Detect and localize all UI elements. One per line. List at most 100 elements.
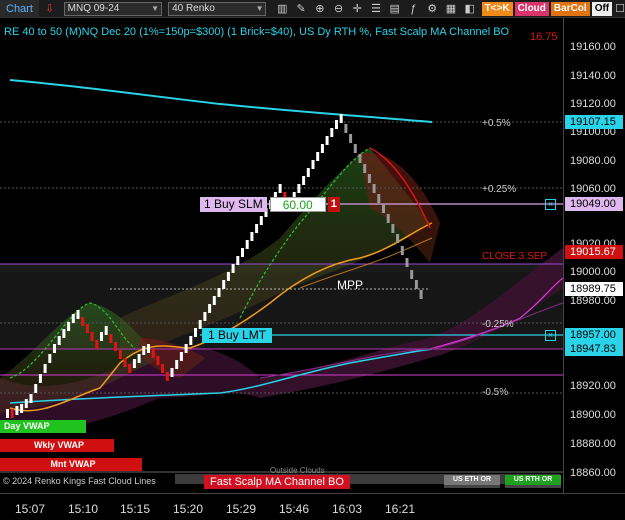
x-tick: 15:20 — [172, 502, 204, 516]
grid-icon[interactable]: ▦ — [443, 2, 459, 16]
buy-lmt-close-icon[interactable]: × — [545, 330, 556, 341]
copyright-text: © 2024 Renko Kings Fast Cloud Lines — [3, 476, 156, 486]
renko-brick — [10, 409, 14, 418]
template-icon[interactable]: ▤ — [387, 2, 403, 16]
strategy-icon[interactable]: ⚙ — [424, 2, 440, 16]
x-tick: 15:46 — [278, 502, 310, 516]
price-tag-last: 18989.75 — [565, 282, 623, 296]
renko-brick — [184, 344, 188, 353]
renko-brick — [414, 280, 418, 289]
time-axis[interactable]: 15:07 15:10 15:15 15:20 15:29 15:46 16:0… — [0, 493, 625, 520]
chart-tab[interactable]: Chart — [0, 0, 39, 18]
crosshair-icon[interactable]: ✛ — [349, 2, 365, 16]
renko-brick — [109, 334, 113, 343]
renko-brick — [67, 322, 71, 331]
renko-brick — [161, 364, 165, 373]
renko-brick — [217, 288, 221, 297]
renko-brick — [57, 336, 61, 345]
renko-brick — [278, 184, 282, 193]
off-toggle[interactable]: Off — [591, 1, 613, 16]
chevron-down-icon: ▼ — [255, 3, 264, 13]
renko-brick — [372, 184, 376, 193]
renko-brick — [363, 164, 367, 173]
x-tick: 16:03 — [331, 502, 363, 516]
renko-brick — [15, 406, 19, 415]
renko-brick — [311, 160, 315, 169]
zoom-in-icon[interactable]: ⊕ — [312, 2, 328, 16]
renko-brick — [189, 336, 193, 345]
layers-icon[interactable]: ◧ — [462, 2, 478, 16]
x-tick: 15:10 — [67, 502, 99, 516]
renko-brick — [255, 224, 259, 233]
renko-brick — [212, 296, 216, 305]
bar-type-selector[interactable]: 40 Renko ▼ — [168, 1, 267, 16]
renko-brick — [170, 368, 174, 377]
renko-brick — [339, 114, 343, 123]
chart-toolbar: Chart ⇩ MNQ 09-24 ▼ 40 Renko ▼ ▥ ✎ ⊕ ⊖ ✛ ☰… — [0, 0, 625, 18]
renko-brick — [358, 154, 362, 163]
renko-brick — [123, 358, 127, 367]
price-axis[interactable]: 19160.00 19140.00 19120.00 19100.00 1908… — [563, 18, 625, 493]
chevron-down-icon: ▼ — [151, 3, 160, 13]
instrument-value: MNQ 09-24 — [67, 2, 120, 14]
renko-brick — [147, 344, 150, 353]
renko-brick — [156, 356, 160, 365]
y-tick: 19000.00 — [570, 266, 616, 278]
zoom-out-icon[interactable]: ⊖ — [331, 2, 347, 16]
renko-brick — [151, 349, 155, 358]
fast-scalp-label: Fast Scalp MA Channel BO — [204, 475, 350, 489]
slm-price-field[interactable]: 60.00 — [269, 197, 326, 212]
bar-chart-icon[interactable]: ▥ — [274, 2, 290, 16]
barcol-button[interactable]: BarCol — [550, 1, 590, 16]
renko-brick — [179, 352, 183, 361]
renko-brick — [316, 152, 320, 161]
chart-plot-area[interactable]: RE 40 to 50 (M)NQ Dec 20 (1%=150p=$300) … — [0, 18, 563, 493]
renko-brick — [76, 310, 80, 319]
renko-brick — [302, 176, 306, 185]
price-tag-buy-lmt: 18957.00 — [565, 328, 623, 342]
y-tick: 19120.00 — [570, 98, 616, 110]
slm-qty-badge[interactable]: 1 — [327, 197, 340, 212]
renko-brick — [241, 248, 244, 257]
buy-slm-label[interactable]: 1 Buy SLM — [200, 197, 267, 212]
instrument-selector[interactable]: MNQ 09-24 ▼ — [63, 1, 163, 16]
properties-icon[interactable]: ☰ — [368, 2, 384, 16]
buy-lmt-order[interactable]: 1 Buy LMT — [202, 328, 273, 343]
renko-brick — [344, 124, 348, 133]
indicators-icon[interactable]: ƒ — [406, 2, 422, 16]
renko-brick — [410, 270, 414, 279]
renko-brick — [48, 354, 52, 363]
renko-brick — [236, 256, 240, 265]
upper-band-line — [9, 79, 433, 123]
renko-brick — [24, 399, 28, 408]
y-tick: 18860.00 — [570, 467, 616, 479]
time-key-button[interactable]: T<>K — [481, 1, 513, 16]
renko-brick — [6, 409, 9, 418]
renko-brick — [34, 384, 38, 393]
x-tick: 15:07 — [14, 502, 46, 516]
buy-slm-order[interactable]: 1 Buy SLM 60.00 1 — [200, 197, 340, 212]
level-minus-05-label: -0.5% — [482, 387, 509, 398]
pencil-icon[interactable]: ✎ — [293, 2, 309, 16]
renko-brick — [382, 204, 385, 213]
y-tick: 18980.00 — [570, 295, 616, 307]
checkbox-icon[interactable]: ☐ — [615, 2, 625, 16]
renko-brick — [71, 314, 75, 323]
renko-brick — [62, 329, 66, 338]
renko-brick — [118, 350, 122, 359]
renko-brick — [405, 258, 409, 267]
renko-brick — [142, 346, 146, 355]
cloud-button[interactable]: Cloud — [514, 1, 549, 16]
us-rth-or-badge: US RTH OR — [505, 475, 561, 488]
renko-brick — [100, 332, 103, 341]
renko-brick — [349, 134, 353, 143]
y-tick: 18920.00 — [570, 380, 616, 392]
overlay-value: 16.75 — [530, 31, 558, 43]
renko-brick — [165, 372, 169, 381]
renko-brick — [20, 404, 24, 413]
buy-slm-close-icon[interactable]: × — [545, 199, 556, 210]
renko-brick — [245, 240, 249, 249]
arrow-down-icon[interactable]: ⇩ — [42, 2, 58, 16]
level-plus-025-label: +0.25% — [482, 184, 517, 195]
renko-brick — [128, 364, 132, 373]
